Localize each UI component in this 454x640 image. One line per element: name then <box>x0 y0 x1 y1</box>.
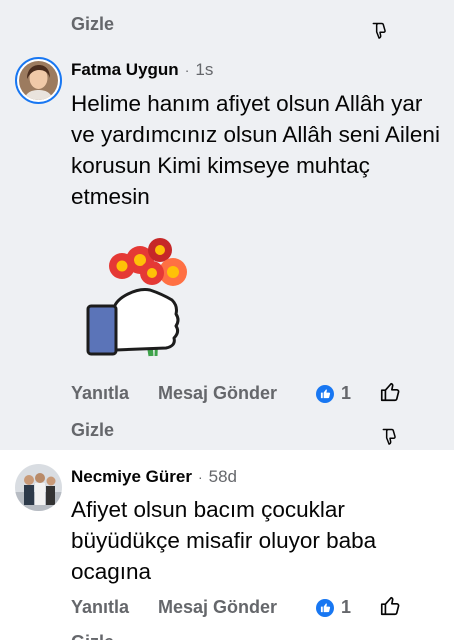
comment-text: Helime hanım afiyet olsun Allâh yar ve y… <box>71 91 440 209</box>
comment-header: Necmiye Gürer · 58d <box>71 467 237 487</box>
separator-dot: · <box>184 62 190 78</box>
profile-photo <box>15 464 62 511</box>
thumbs-down-icon[interactable] <box>370 20 390 42</box>
author-name[interactable]: Necmiye Gürer <box>71 467 192 487</box>
send-message-link[interactable]: Mesaj Gönder <box>158 383 277 404</box>
like-count: 1 <box>341 383 352 403</box>
reply-link[interactable]: Yanıtla <box>71 383 129 404</box>
thumbs-up-icon[interactable] <box>379 381 401 403</box>
reply-link[interactable]: Yanıtla <box>71 597 129 618</box>
like-count: 1 <box>341 597 352 617</box>
hide-link[interactable]: Gizle <box>71 14 114 35</box>
hide-link[interactable]: Gizle <box>71 420 114 441</box>
like-reaction-icon <box>316 384 334 403</box>
reaction-count[interactable]: 1 <box>316 383 351 404</box>
timestamp[interactable]: 58d <box>209 467 237 487</box>
avatar[interactable] <box>15 464 62 511</box>
thumbs-down-icon[interactable] <box>380 426 400 448</box>
comment-header: Fatma Uygun · 1s <box>71 60 213 80</box>
comment-actions: Yanıtla Mesaj Gönder 1 <box>71 383 411 409</box>
author-name[interactable]: Fatma Uygun <box>71 60 179 80</box>
thumbs-up-icon[interactable] <box>379 595 401 617</box>
reaction-count[interactable]: 1 <box>316 597 351 618</box>
avatar[interactable] <box>15 57 62 104</box>
timestamp[interactable]: 1s <box>195 60 213 80</box>
send-message-link[interactable]: Mesaj Gönder <box>158 597 277 618</box>
comment-text: Afiyet olsun bacım çocuklar büyüdükçe mi… <box>71 497 377 584</box>
separator-dot: · <box>197 469 203 485</box>
thumbs-up-flowers-sticker <box>86 238 187 357</box>
like-reaction-icon <box>316 598 334 617</box>
hide-link-partial[interactable]: Gizle <box>71 632 114 640</box>
comment-actions: Yanıtla Mesaj Gönder 1 <box>71 597 411 623</box>
profile-photo <box>19 61 58 100</box>
